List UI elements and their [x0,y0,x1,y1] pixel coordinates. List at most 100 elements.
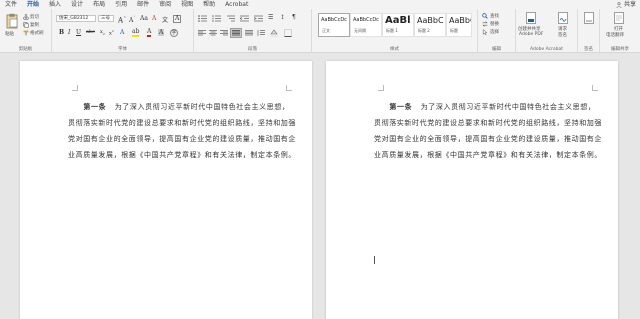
text-cursor [374,256,375,264]
style-sample: AaBbC [449,16,471,25]
style-no-spacing[interactable]: AaBbCcDc 无间隔 [350,13,382,37]
font-color-icon[interactable]: A [147,29,152,37]
request-signature-label-2[interactable]: 签名 [558,32,567,38]
borders-icon[interactable] [284,29,292,37]
format-painter-icon[interactable] [23,30,29,36]
style-title[interactable]: AaBbC 标题 [446,13,472,37]
tab-references[interactable]: 引用 [110,0,132,9]
article-paragraph[interactable]: 第一条 为了深入贯彻习近平新时代中国特色社会主义思想，贯彻落实新时代党的建设总要… [374,99,602,163]
grow-font-button[interactable]: A^ [118,15,126,24]
italic-button[interactable]: I [68,29,70,36]
margin-mark [378,85,384,91]
ribbon: 粘贴 剪切 复制 格式刷 剪贴板 仿宋_GB2312 三号 A^ Aˇ Aa A… [0,9,640,53]
text-effects-icon[interactable]: A [120,29,124,36]
cut-button[interactable]: 剪切 [30,14,39,20]
replace-button[interactable]: 替换 [490,21,499,27]
margin-mark [72,85,78,91]
tab-mailings[interactable]: 邮件 [132,0,154,9]
paste-button[interactable]: 粘贴 [5,31,14,37]
align-right-icon[interactable] [220,30,228,36]
shading-icon[interactable] [270,29,278,37]
find-button[interactable]: 查找 [490,13,499,19]
select-icon[interactable] [482,29,488,35]
margin-mark [592,85,598,91]
edit-share-group: 打开 电话翻译 编辑共享 [600,9,640,53]
align-left-icon[interactable] [198,30,206,36]
enclose-char-icon[interactable]: 字 [170,29,178,37]
strikethrough-button[interactable]: abc [86,29,95,35]
style-heading-1[interactable]: AaBl 标题 1 [382,13,414,37]
request-signature-icon[interactable] [558,12,568,24]
replace-icon[interactable] [482,21,488,27]
article-heading: 第一条 [83,103,107,111]
tab-layout[interactable]: 布局 [88,0,110,9]
style-heading-2[interactable]: AaBbC 标题 2 [414,13,446,37]
sort-icon[interactable]: ↕ [280,14,285,21]
char-shading-icon[interactable]: A [158,29,165,36]
style-sample: AaBbC [417,16,444,25]
numbering-icon[interactable] [212,15,221,22]
distributed-icon[interactable] [245,30,253,36]
font-group-label: 字体 [118,47,127,52]
style-normal[interactable]: AaBbCcDc 正文 [318,13,350,37]
subscript-button[interactable]: x2 [100,29,105,36]
open-label-2[interactable]: 电话翻译 [606,32,624,38]
tab-insert[interactable]: 插入 [44,0,66,9]
styles-group: AaBbCcDc 正文 AaBbCcDc 无间隔 AaBl 标题 1 AaBbC… [312,9,478,53]
change-case-button[interactable]: Aa [140,15,148,22]
tab-design[interactable]: 设计 [66,0,88,9]
tab-view[interactable]: 视图 [176,0,198,9]
style-name: 正文 [322,28,330,33]
document-page-1[interactable]: 第一条 为了深入贯彻习近平新时代中国特色社会主义思想，贯彻落实新时代党的建设总要… [20,61,312,319]
tab-review[interactable]: 审阅 [154,0,176,9]
tab-help[interactable]: 帮助 [198,0,220,9]
article-heading: 第一条 [389,103,413,111]
chinese-layout-icon[interactable]: ☰ [268,14,273,21]
editing-group: 查找 替换 选择 编辑 [478,9,516,53]
font-size-select[interactable]: 三号 [98,15,114,22]
clear-format-icon[interactable]: A [152,15,156,22]
justify-button[interactable] [230,28,242,38]
document-page-2[interactable]: 第一条 为了深入贯彻习近平新时代中国特色社会主义思想，贯彻落实新时代党的建设总要… [326,61,618,319]
superscript-button[interactable]: x2 [109,29,114,37]
pdf-document-icon[interactable] [526,12,536,24]
ribbon-tab-bar: 文件 开始 插入 设计 布局 引用 邮件 审阅 视图 帮助 Acrobat 共享 [0,0,640,10]
sign-group-label: 签名 [584,47,593,52]
show-marks-icon[interactable]: ¶ [292,14,296,21]
multilevel-list-icon[interactable] [226,15,235,22]
paragraph-group-label: 段落 [248,47,257,52]
select-button[interactable]: 选择 [490,29,499,35]
tab-acrobat[interactable]: Acrobat [220,0,253,9]
bold-button[interactable]: B [59,29,64,36]
underline-button[interactable]: U [76,29,81,36]
font-name-select[interactable]: 仿宋_GB2312 [56,15,96,22]
article-paragraph[interactable]: 第一条 为了深入贯彻习近平新时代中国特色社会主义思想，贯彻落实新时代党的建设总要… [68,99,296,163]
shrink-font-button[interactable]: Aˇ [129,15,135,24]
paste-icon[interactable] [6,13,18,29]
cut-icon[interactable] [23,14,29,20]
document-area[interactable]: 第一条 为了深入贯彻习近平新时代中国特色社会主义思想，贯彻落实新时代党的建设总要… [0,53,640,319]
clipboard-group: 粘贴 剪切 复制 格式刷 剪贴板 [0,9,52,53]
highlight-icon[interactable]: ab [132,29,140,37]
search-icon[interactable] [482,13,488,19]
sign-group: 签名 [578,9,600,53]
bullets-icon[interactable] [198,15,207,22]
decrease-indent-icon[interactable] [240,15,249,22]
line-spacing-icon[interactable] [257,30,265,36]
increase-indent-icon[interactable] [254,15,263,22]
justify-icon [232,30,240,36]
signature-icon[interactable] [584,12,594,24]
style-sample: AaBbCcDc [321,17,347,23]
copy-icon[interactable] [23,22,29,28]
article-body: 为了深入贯彻习近平新时代中国特色社会主义思想，贯彻落实新时代党的建设总要求和新时… [374,103,602,159]
phonetic-guide-icon[interactable]: 文 [162,15,168,24]
copy-button[interactable]: 复制 [30,22,39,28]
open-file-icon[interactable] [614,12,624,24]
tab-file[interactable]: 文件 [0,0,22,9]
style-name: 标题 1 [386,28,398,33]
char-border-icon[interactable]: A [173,15,182,23]
format-painter-button[interactable]: 格式刷 [30,30,44,36]
create-share-pdf-label-2[interactable]: Adobe PDF [519,32,543,37]
share-button[interactable]: 共享 [616,0,636,9]
align-center-icon[interactable] [209,30,217,36]
